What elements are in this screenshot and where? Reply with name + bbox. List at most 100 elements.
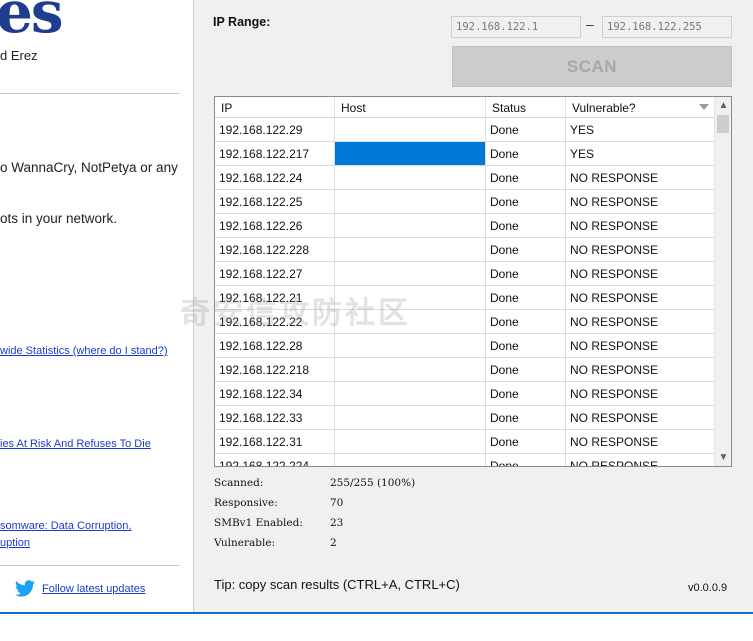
cell-ip[interactable]: 192.168.122.33	[215, 406, 335, 429]
cell-host[interactable]	[335, 430, 486, 453]
cell-status[interactable]: Done	[486, 166, 566, 189]
cell-status[interactable]: Done	[486, 358, 566, 381]
cell-status[interactable]: Done	[486, 286, 566, 309]
cell-ip[interactable]: 192.168.122.224	[215, 454, 335, 466]
cell-host[interactable]	[335, 334, 486, 357]
table-row[interactable]: 192.168.122.29 Done YES	[215, 118, 715, 142]
twitter-icon[interactable]	[14, 578, 36, 600]
cell-host[interactable]	[335, 406, 486, 429]
cell-host[interactable]	[335, 382, 486, 405]
ransomware-link-continued[interactable]: uption	[0, 537, 30, 549]
table-row[interactable]: 192.168.122.217 Done YES	[215, 142, 715, 166]
follow-updates-link[interactable]: Follow latest updates	[42, 583, 145, 595]
cell-status[interactable]: Done	[486, 310, 566, 333]
cell-ip[interactable]: 192.168.122.217	[215, 142, 335, 165]
statistics-link[interactable]: wide Statistics (where do I stand?)	[0, 345, 168, 357]
cell-host[interactable]	[335, 118, 486, 141]
cell-status[interactable]: Done	[486, 454, 566, 466]
table-row[interactable]: 192.168.122.34 Done NO RESPONSE	[215, 382, 715, 406]
scroll-up-icon[interactable]: ▲	[715, 97, 731, 114]
cell-vulnerable[interactable]: NO RESPONSE	[566, 262, 715, 285]
cell-host[interactable]	[335, 310, 486, 333]
cell-vulnerable[interactable]: NO RESPONSE	[566, 214, 715, 237]
cell-vulnerable[interactable]: NO RESPONSE	[566, 166, 715, 189]
ip-end-input[interactable]: 192.168.122.255	[602, 16, 732, 38]
cell-host[interactable]	[335, 166, 486, 189]
cell-vulnerable[interactable]: YES	[566, 118, 715, 141]
cell-ip[interactable]: 192.168.122.34	[215, 382, 335, 405]
table-row[interactable]: 192.168.122.26 Done NO RESPONSE	[215, 214, 715, 238]
cell-vulnerable[interactable]: NO RESPONSE	[566, 238, 715, 261]
cell-status[interactable]: Done	[486, 190, 566, 213]
cell-status[interactable]: Done	[486, 430, 566, 453]
cell-ip[interactable]: 192.168.122.28	[215, 334, 335, 357]
cell-vulnerable[interactable]: NO RESPONSE	[566, 382, 715, 405]
ip-start-input[interactable]: 192.168.122.1	[451, 16, 581, 38]
cell-ip[interactable]: 192.168.122.22	[215, 310, 335, 333]
column-header-host[interactable]: Host	[335, 97, 486, 117]
cell-ip[interactable]: 192.168.122.27	[215, 262, 335, 285]
cell-status[interactable]: Done	[486, 406, 566, 429]
responsive-label: Responsive:	[214, 497, 278, 509]
scanned-label: Scanned:	[214, 477, 264, 489]
cell-status[interactable]: Done	[486, 262, 566, 285]
cell-vulnerable[interactable]: NO RESPONSE	[566, 190, 715, 213]
table-row[interactable]: 192.168.122.25 Done NO RESPONSE	[215, 190, 715, 214]
table-row[interactable]: 192.168.122.27 Done NO RESPONSE	[215, 262, 715, 286]
cell-ip[interactable]: 192.168.122.25	[215, 190, 335, 213]
cell-host[interactable]	[335, 358, 486, 381]
cell-status[interactable]: Done	[486, 214, 566, 237]
cell-status[interactable]: Done	[486, 334, 566, 357]
cell-vulnerable[interactable]: NO RESPONSE	[566, 430, 715, 453]
description-line-2: ots in your network.	[0, 211, 118, 226]
divider	[0, 93, 180, 94]
column-header-ip[interactable]: IP	[215, 97, 335, 117]
article-link[interactable]: ies At Risk And Refuses To Die	[0, 438, 151, 450]
sort-arrow-icon	[699, 104, 709, 110]
cell-status[interactable]: Done	[486, 142, 566, 165]
cell-host[interactable]	[335, 214, 486, 237]
table-row[interactable]: 192.168.122.22 Done NO RESPONSE	[215, 310, 715, 334]
cell-ip[interactable]: 192.168.122.228	[215, 238, 335, 261]
cell-ip[interactable]: 192.168.122.218	[215, 358, 335, 381]
table-row[interactable]: 192.168.122.31 Done NO RESPONSE	[215, 430, 715, 454]
cell-vulnerable[interactable]: NO RESPONSE	[566, 310, 715, 333]
cell-ip[interactable]: 192.168.122.24	[215, 166, 335, 189]
scroll-down-icon[interactable]: ▼	[715, 449, 731, 466]
cell-host[interactable]	[335, 238, 486, 261]
table-row[interactable]: 192.168.122.28 Done NO RESPONSE	[215, 334, 715, 358]
cell-vulnerable[interactable]: NO RESPONSE	[566, 358, 715, 381]
ransomware-link[interactable]: somware: Data Corruption,	[0, 520, 131, 532]
table-row[interactable]: 192.168.122.228 Done NO RESPONSE	[215, 238, 715, 262]
cell-vulnerable[interactable]: NO RESPONSE	[566, 406, 715, 429]
vulnerable-value: 2	[330, 537, 337, 549]
cell-ip[interactable]: 192.168.122.31	[215, 430, 335, 453]
cell-host[interactable]	[335, 286, 486, 309]
cell-vulnerable[interactable]: NO RESPONSE	[566, 334, 715, 357]
scan-button[interactable]: SCAN	[452, 46, 732, 87]
cell-host[interactable]	[335, 190, 486, 213]
table-row[interactable]: 192.168.122.33 Done NO RESPONSE	[215, 406, 715, 430]
results-table[interactable]: IP Host Status Vulnerable? 192.168.122.2…	[214, 96, 732, 467]
cell-vulnerable[interactable]: NO RESPONSE	[566, 454, 715, 466]
column-header-vulnerable[interactable]: Vulnerable?	[566, 97, 715, 117]
cell-status[interactable]: Done	[486, 118, 566, 141]
cell-vulnerable[interactable]: NO RESPONSE	[566, 286, 715, 309]
column-header-status[interactable]: Status	[486, 97, 566, 117]
cell-vulnerable[interactable]: YES	[566, 142, 715, 165]
table-row[interactable]: 192.168.122.24 Done NO RESPONSE	[215, 166, 715, 190]
cell-status[interactable]: Done	[486, 382, 566, 405]
table-row[interactable]: 192.168.122.218 Done NO RESPONSE	[215, 358, 715, 382]
cell-ip[interactable]: 192.168.122.26	[215, 214, 335, 237]
table-row[interactable]: 192.168.122.224 Done NO RESPONSE	[215, 454, 715, 466]
vertical-scrollbar[interactable]: ▲ ▼	[714, 97, 731, 466]
cell-host[interactable]	[335, 262, 486, 285]
cell-host[interactable]	[335, 142, 486, 165]
scrollbar-thumb[interactable]	[717, 115, 729, 133]
cell-ip[interactable]: 192.168.122.21	[215, 286, 335, 309]
cell-ip[interactable]: 192.168.122.29	[215, 118, 335, 141]
cell-status[interactable]: Done	[486, 238, 566, 261]
table-body: 192.168.122.29 Done YES 192.168.122.217 Done…	[215, 118, 715, 466]
cell-host[interactable]	[335, 454, 486, 466]
table-row[interactable]: 192.168.122.21 Done NO RESPONSE	[215, 286, 715, 310]
